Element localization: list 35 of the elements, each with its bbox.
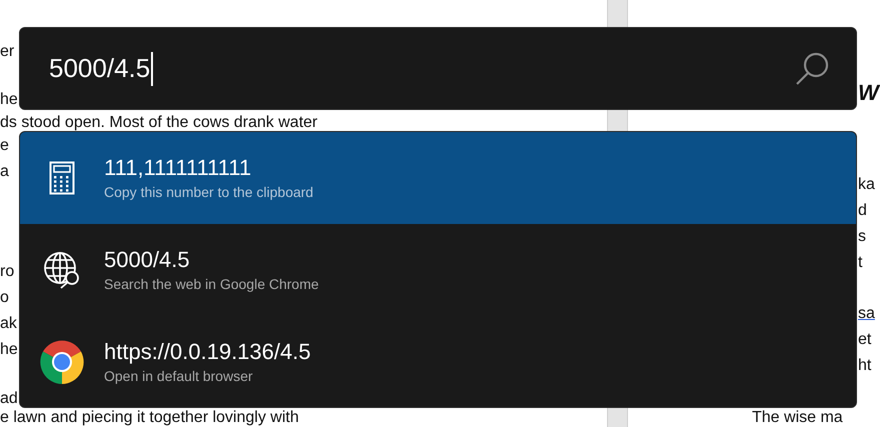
document-text: he <box>0 341 18 358</box>
result-item[interactable]: 5000/4.5 Search the web in Google Chrome <box>20 224 856 316</box>
result-title: 5000/4.5 <box>104 246 191 274</box>
document-heading: W <box>857 79 880 107</box>
result-item[interactable]: 111,1111111111 Copy this number to the clipboard <box>20 132 856 224</box>
document-text: er <box>0 43 14 60</box>
document-text: e <box>0 137 9 154</box>
document-text: he <box>0 91 18 108</box>
globe-search-icon <box>43 251 81 289</box>
result-subtitle: Copy this number to the clipboard <box>104 183 314 202</box>
result-subtitle: Open in default browser <box>104 367 254 386</box>
document-text: ad <box>0 390 18 407</box>
document-text: et <box>858 331 872 348</box>
result-title: https://0.0.19.136/4.5 <box>104 338 311 366</box>
text-cursor <box>151 52 153 86</box>
document-text: The wise ma <box>752 409 843 426</box>
result-title: 111,1111111111 <box>104 154 252 182</box>
document-text: ds stood open. Most of the cows drank water <box>0 114 318 131</box>
document-text: o <box>0 289 9 306</box>
document-text: s <box>858 228 866 245</box>
browser-logo-icon <box>39 339 85 385</box>
document-link[interactable]: sa <box>858 305 875 322</box>
document-text: ka <box>858 176 875 193</box>
document-text: d <box>858 202 867 219</box>
document-text: e lawn and piecing it together lovingly with <box>0 409 299 426</box>
document-text: ro <box>0 263 14 280</box>
document-text: ht <box>858 357 872 374</box>
result-subtitle: Search the web in Google Chrome <box>104 275 319 294</box>
search-icon <box>794 51 830 87</box>
result-item[interactable]: https://0.0.19.136/4.5 Open in default browser <box>20 316 856 407</box>
calculator-icon <box>49 161 75 195</box>
search-field[interactable]: 5000/4.5 <box>19 27 857 110</box>
document-text: t <box>858 254 862 271</box>
document-text: a <box>0 163 9 180</box>
document-text: ak <box>0 315 17 332</box>
